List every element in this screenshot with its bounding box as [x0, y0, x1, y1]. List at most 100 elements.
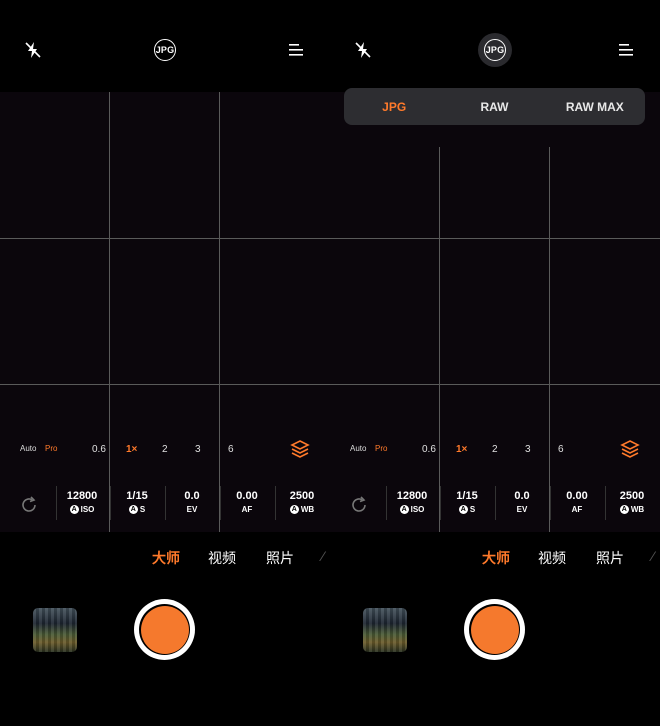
zoom-row: Auto Pro 0.6 1× 2 3 6: [330, 440, 660, 460]
param-ev[interactable]: 0.0 EV: [170, 490, 214, 514]
param-divider: [440, 486, 441, 520]
mode-video[interactable]: 视频: [538, 548, 566, 568]
zoom-2[interactable]: 2: [492, 444, 498, 455]
mode-pro[interactable]: Pro: [45, 444, 57, 453]
param-value: 1/15: [456, 490, 478, 502]
mode-master[interactable]: 大师: [482, 548, 510, 568]
reset-icon[interactable]: [349, 495, 369, 515]
param-label: ISO: [410, 505, 425, 514]
param-divider: [165, 486, 166, 520]
zoom-0.6[interactable]: 0.6: [92, 444, 106, 455]
param-value: 0.00: [566, 490, 588, 502]
mode-more-icon[interactable]: ⁄: [322, 548, 324, 564]
param-iso[interactable]: 12800 A ISO: [390, 490, 434, 514]
param-af[interactable]: 0.00 AF: [225, 490, 269, 514]
grid-line: [439, 147, 440, 532]
grid-line: [0, 384, 330, 385]
param-wb[interactable]: 2500 A WB: [610, 490, 654, 514]
format-badge: JPG: [154, 39, 176, 61]
param-divider: [220, 486, 221, 520]
param-label: EV: [186, 505, 198, 514]
mode-master[interactable]: 大师: [152, 548, 180, 568]
zoom-row: Auto Pro 0.6 1× 2 3 6: [0, 440, 330, 460]
param-value: 2500: [289, 490, 315, 502]
param-bar: 12800 A ISO 1/15 AS 0.0 EV 0.00 AF 2500 A…: [0, 486, 330, 522]
param-label-row: A WB: [280, 505, 324, 514]
flash-off-icon[interactable]: [347, 34, 379, 66]
param-shutter[interactable]: 1/15 AS: [115, 490, 159, 514]
grid-line: [549, 147, 550, 532]
shutter-core: [140, 605, 189, 654]
param-ev[interactable]: 0.0 EV: [500, 490, 544, 514]
viewfinder[interactable]: [330, 92, 660, 532]
param-label: S: [469, 505, 476, 514]
param-label: AF: [241, 505, 253, 514]
param-iso[interactable]: 12800 A ISO: [60, 490, 104, 514]
layers-icon[interactable]: [290, 440, 312, 460]
flash-off-icon[interactable]: [17, 34, 49, 66]
format-menu: JPG RAW RAW MAX: [344, 88, 645, 125]
param-label-row: EV: [500, 505, 544, 514]
mode-photo[interactable]: 照片: [266, 548, 294, 568]
mode-pro[interactable]: Pro: [375, 444, 387, 453]
grid-line: [330, 238, 660, 239]
zoom-6[interactable]: 6: [228, 444, 234, 455]
zoom-3[interactable]: 3: [525, 444, 531, 455]
param-value: 0.0: [514, 490, 530, 502]
layers-icon[interactable]: [620, 440, 642, 460]
param-label: AF: [571, 505, 583, 514]
auto-badge: A: [289, 505, 299, 514]
zoom-0.6[interactable]: 0.6: [422, 444, 436, 455]
gallery-thumbnail[interactable]: [363, 608, 407, 652]
param-value: 1/15: [126, 490, 148, 502]
zoom-6[interactable]: 6: [558, 444, 564, 455]
param-label: ISO: [80, 505, 95, 514]
param-label-row: A ISO: [60, 505, 104, 514]
zoom-1x[interactable]: 1×: [126, 444, 137, 455]
param-divider: [275, 486, 276, 520]
auto-badge: A: [458, 505, 468, 514]
reset-icon[interactable]: [19, 495, 39, 515]
format-badge: JPG: [484, 39, 506, 61]
shutter-button[interactable]: [134, 599, 195, 660]
param-value: 0.00: [236, 490, 258, 502]
viewfinder[interactable]: [0, 92, 330, 532]
param-value: 12800: [396, 490, 428, 502]
format-option-raw[interactable]: RAW: [444, 100, 544, 114]
mode-video[interactable]: 视频: [208, 548, 236, 568]
param-divider: [550, 486, 551, 520]
param-wb[interactable]: 2500 A WB: [280, 490, 324, 514]
mode-auto[interactable]: Auto: [20, 444, 36, 453]
auto-badge: A: [128, 505, 138, 514]
param-value: 12800: [66, 490, 98, 502]
param-label: S: [139, 505, 146, 514]
zoom-1x[interactable]: 1×: [456, 444, 467, 455]
param-value: 2500: [619, 490, 645, 502]
camera-screen-left: JPG Auto Pro 0.6 1× 2 3 6 12800 A ISO 1/…: [0, 0, 330, 726]
jpg-format-icon[interactable]: JPG: [149, 34, 181, 66]
mode-more-icon[interactable]: ⁄: [652, 548, 654, 564]
param-af[interactable]: 0.00 AF: [555, 490, 599, 514]
mode-photo[interactable]: 照片: [596, 548, 624, 568]
menu-icon[interactable]: [611, 34, 643, 66]
param-divider: [386, 486, 387, 520]
format-option-raw-max[interactable]: RAW MAX: [545, 100, 645, 114]
shutter-button[interactable]: [464, 599, 525, 660]
auto-badge: A: [399, 505, 409, 514]
param-label-row: A ISO: [390, 505, 434, 514]
param-bar: 12800 A ISO 1/15 AS 0.0 EV 0.00 AF 2500 A…: [330, 486, 660, 522]
shutter-ring: [469, 604, 520, 655]
param-label-row: AS: [115, 505, 159, 514]
shutter-ring: [139, 604, 190, 655]
format-option-jpg[interactable]: JPG: [344, 100, 444, 114]
param-label-row: AF: [225, 505, 269, 514]
gallery-thumbnail[interactable]: [33, 608, 77, 652]
mode-auto[interactable]: Auto: [350, 444, 366, 453]
menu-icon[interactable]: [281, 34, 313, 66]
param-label-row: EV: [170, 505, 214, 514]
zoom-2[interactable]: 2: [162, 444, 168, 455]
grid-line: [109, 92, 110, 532]
zoom-3[interactable]: 3: [195, 444, 201, 455]
jpg-format-icon[interactable]: JPG: [479, 34, 511, 66]
param-shutter[interactable]: 1/15 AS: [445, 490, 489, 514]
